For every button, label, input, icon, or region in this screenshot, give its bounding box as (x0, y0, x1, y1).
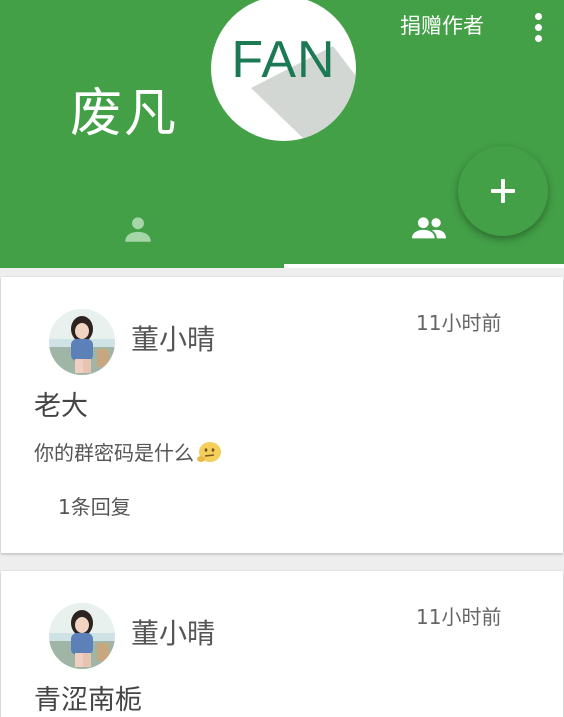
avatar[interactable] (49, 603, 115, 669)
post-time: 11小时前 (416, 311, 502, 335)
donate-author-button[interactable]: 捐赠作者 (400, 14, 484, 39)
avatar-image (49, 603, 115, 669)
post-card[interactable]: 董小晴 11小时前 青涩南栀 (1, 571, 563, 717)
app-root: 废凡 FAN 捐赠作者 董小晴 11小时前 老大 你的群密码是什么 1条回复 董… (0, 0, 564, 717)
add-post-button[interactable] (458, 146, 548, 236)
post-author: 董小晴 (131, 617, 216, 650)
more-vert-dot (535, 35, 542, 42)
post-body-text: 你的群密码是什么 (34, 441, 194, 465)
logo-text: FAN (231, 31, 336, 89)
fan-logo: FAN (211, 0, 356, 141)
app-title: 废凡 (70, 84, 179, 144)
overflow-menu-button[interactable] (526, 10, 550, 44)
post-time: 11小时前 (416, 605, 502, 629)
avatar-image (49, 309, 115, 375)
tab-indicator (284, 264, 564, 268)
avatar[interactable] (49, 309, 115, 375)
post-title: 青涩南栀 (34, 685, 142, 716)
post-card[interactable]: 董小晴 11小时前 老大 你的群密码是什么 1条回复 (1, 277, 563, 553)
reply-count-link[interactable]: 1条回复 (58, 495, 131, 519)
post-title: 老大 (34, 391, 88, 422)
person-icon (125, 217, 151, 242)
group-icon (412, 217, 446, 239)
more-vert-icon (535, 13, 542, 20)
post-author: 董小晴 (131, 323, 216, 356)
tab-person[interactable] (0, 194, 282, 268)
post-body: 你的群密码是什么 (34, 440, 222, 465)
thinking-emoji-icon (197, 442, 221, 462)
more-vert-dot (535, 24, 542, 31)
